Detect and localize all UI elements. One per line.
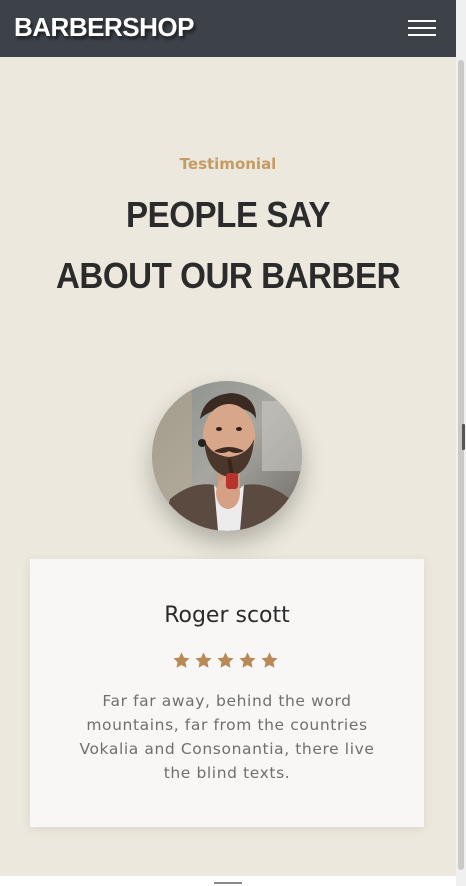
title-line-2: ABOUT OUR BARBER	[55, 255, 401, 296]
bottom-bar	[0, 876, 456, 886]
scrollbar-thumb[interactable]	[458, 60, 464, 870]
star-icon	[261, 652, 278, 668]
navbar: BARBERSHOP	[0, 0, 456, 57]
testimonial-card: Roger scott Far far away, behind the wor…	[30, 559, 424, 827]
menu-bar	[408, 34, 436, 36]
star-rating	[172, 651, 279, 671]
hamburger-menu-icon[interactable]	[404, 17, 438, 41]
section-title: PEOPLE SAY ABOUT OUR BARBER	[18, 184, 438, 306]
section-subheading: Testimonial	[179, 155, 277, 173]
star-icon	[239, 652, 256, 668]
star-icon	[173, 652, 190, 668]
star-icon	[217, 652, 234, 668]
reviewer-name: Roger scott	[164, 603, 290, 628]
reviewer-avatar	[152, 381, 302, 531]
star-icon	[195, 652, 212, 668]
menu-bar	[408, 27, 436, 29]
menu-bar	[408, 20, 436, 22]
avatar-photo	[152, 381, 302, 531]
review-text: Far far away, behind the word mountains,…	[79, 692, 375, 782]
brand-logo[interactable]: BARBERSHOP	[14, 14, 194, 40]
edge-handle	[462, 424, 465, 450]
bottom-grip[interactable]	[214, 882, 242, 884]
title-line-1: PEOPLE SAY	[125, 194, 331, 235]
